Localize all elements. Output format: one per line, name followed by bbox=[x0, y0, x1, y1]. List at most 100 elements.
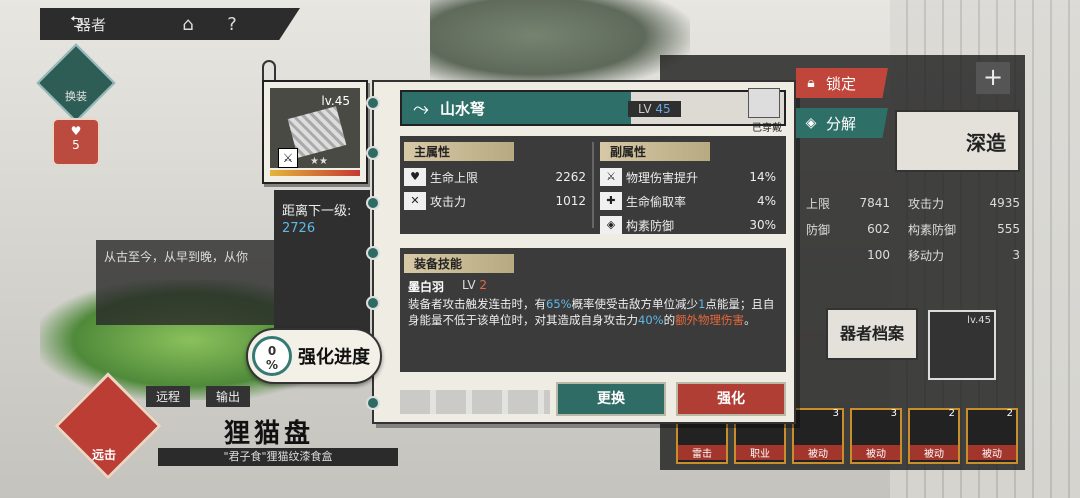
class-label: 远击 bbox=[92, 448, 117, 462]
slot-count: 3 bbox=[832, 408, 839, 419]
enhance-button[interactable]: 强化 bbox=[676, 382, 786, 416]
skill-slot[interactable]: 2 被动 bbox=[966, 408, 1018, 464]
next-level-label: 距离下一级: bbox=[282, 204, 352, 219]
skill-name: 墨白羽 bbox=[408, 280, 445, 294]
attr-row: ♥ 生命上限 2262 bbox=[404, 165, 586, 189]
equipped-weapon-thumb[interactable]: lv.45 bbox=[928, 310, 996, 380]
binder-ring bbox=[366, 146, 380, 160]
skill-level-value: 2 bbox=[479, 278, 488, 292]
slot-label: 雷击 bbox=[678, 445, 726, 460]
attr-value: 14% bbox=[749, 170, 776, 184]
role-tags: 远程 输出 bbox=[146, 386, 251, 407]
sub-attr-title: 副属性 bbox=[600, 142, 710, 161]
binder-ring bbox=[366, 246, 380, 260]
archive-button[interactable]: 器者档案 bbox=[826, 308, 918, 360]
character-subtitle: "君子食"狸猫纹漆食盒 bbox=[158, 448, 398, 466]
attr-name: 构素防御 bbox=[626, 218, 675, 233]
crossbow-icon: ⚔ bbox=[278, 148, 298, 168]
help-button[interactable]: ? bbox=[210, 14, 254, 35]
upgrade-percent-sign: % bbox=[265, 358, 279, 372]
attr-row: ⚔ 物理伤害提升 14% bbox=[600, 165, 776, 189]
sub-attributes: 副属性 ⚔ 物理伤害提升 14% ✚ 生命偷取率 4% ◈ 构素防御 30% bbox=[600, 142, 776, 237]
stat-value: 3 bbox=[1012, 248, 1020, 262]
decompose-label: 分解 bbox=[826, 114, 857, 133]
binder-ring bbox=[366, 96, 380, 110]
slot-count: 2 bbox=[1006, 408, 1013, 419]
lock-button[interactable]: 🔒︎ 锁定 bbox=[796, 68, 888, 98]
binder-ring bbox=[366, 396, 380, 410]
damage-up-icon: ⚔ bbox=[600, 168, 622, 186]
lifesteal-icon: ✚ bbox=[600, 192, 622, 210]
character-name: 狸猫盘 bbox=[224, 419, 315, 449]
swap-label: 换装 bbox=[65, 90, 87, 103]
stat-name: 攻击力 bbox=[908, 196, 945, 211]
attr-row: ✚ 生命偷取率 4% bbox=[600, 189, 776, 213]
upgrade-progress-button[interactable]: 0 % 强化进度 bbox=[246, 328, 382, 384]
wearer-avatar[interactable] bbox=[748, 88, 780, 118]
slot-label: 被动 bbox=[794, 445, 842, 460]
add-button[interactable]: + bbox=[976, 62, 1010, 94]
equipment-header: ⤳ 山水弩 LV 45 已穿戴 bbox=[400, 88, 786, 134]
slot-label: 职业 bbox=[736, 445, 784, 460]
divider bbox=[592, 142, 594, 228]
tag-ranged: 远程 bbox=[146, 386, 191, 407]
equipment-level: LV 45 bbox=[628, 101, 681, 117]
weapon-card[interactable]: lv.45 ⚔ ★★ bbox=[262, 80, 368, 184]
attributes-box: 主属性 ♥ 生命上限 2262 ✕ 攻击力 1012 副属性 ⚔ 物理伤害提升 … bbox=[400, 136, 786, 234]
attr-value: 1012 bbox=[555, 194, 586, 208]
skill-slot[interactable]: 3 被动 bbox=[792, 408, 844, 464]
slot-label: 被动 bbox=[852, 445, 900, 460]
crossbow-icon: ⤳ bbox=[413, 96, 429, 120]
stat-name: 上限 bbox=[806, 196, 831, 211]
slot-count: 3 bbox=[890, 408, 897, 419]
level-value: 45 bbox=[655, 102, 671, 116]
skill-box: 装备技能 墨白羽 LV 2 装备者攻击触发连击时，有65%概率使受击敌方单位减少… bbox=[400, 248, 786, 372]
swords-icon: ✕ bbox=[404, 192, 426, 210]
dialog-text: 从古至今，从早到晚，从你 bbox=[104, 250, 249, 264]
skill-desc-text: 概率使受击敌方单位减少 bbox=[571, 297, 699, 311]
stat-value: 7841 bbox=[859, 196, 890, 210]
binder-ring bbox=[366, 296, 380, 310]
thumb-level: lv.45 bbox=[967, 315, 991, 326]
equipped-status: 已穿戴 bbox=[752, 123, 782, 134]
diamond-icon: ◈ bbox=[805, 115, 817, 131]
heart-icon: ♥ bbox=[404, 168, 426, 186]
top-bar: ⮌ 器者 ⌂ ? bbox=[40, 8, 300, 40]
skill-desc-text: 的 bbox=[663, 313, 676, 327]
level-label: LV bbox=[638, 102, 652, 116]
slot-label: 被动 bbox=[968, 445, 1016, 460]
change-button[interactable]: 更换 bbox=[556, 382, 666, 416]
attr-name: 生命上限 bbox=[430, 170, 479, 185]
decompose-button[interactable]: ◈ 分解 bbox=[796, 108, 888, 138]
equipment-detail-panel: ⤳ 山水弩 LV 45 已穿戴 主属性 ♥ 生命上限 2262 ✕ 攻击力 10… bbox=[366, 80, 796, 424]
binder-ring bbox=[366, 196, 380, 210]
attr-name: 物理伤害提升 bbox=[626, 170, 699, 185]
attr-row: ✕ 攻击力 1012 bbox=[404, 189, 586, 213]
attr-name: 生命偷取率 bbox=[626, 194, 687, 209]
stat-name: 移动力 bbox=[908, 248, 945, 263]
stat-row: 上限 7841 攻击力 4935 bbox=[806, 190, 1020, 216]
lock-icon: 🔒︎ bbox=[807, 75, 815, 91]
attr-value: 30% bbox=[749, 218, 776, 232]
skill-slot[interactable]: 2 被动 bbox=[908, 408, 960, 464]
attr-name: 攻击力 bbox=[430, 194, 467, 209]
stat-name: 构素防御 bbox=[908, 222, 957, 237]
upgrade-label: 强化进度 bbox=[298, 347, 370, 368]
background-tree bbox=[430, 0, 690, 90]
decorative-stamps bbox=[400, 390, 550, 414]
deep-train-label: 深造 bbox=[966, 130, 1006, 155]
upgrade-percent: 0 % bbox=[252, 336, 292, 376]
stat-value: 4935 bbox=[989, 196, 1020, 210]
home-icon[interactable]: ⌂ bbox=[166, 14, 210, 35]
stat-value: 555 bbox=[997, 222, 1020, 236]
weapon-art: lv.45 ⚔ ★★ bbox=[270, 88, 360, 168]
stat-name: 防御 bbox=[806, 222, 831, 237]
rarity-bar bbox=[270, 170, 360, 176]
affection-badge[interactable]: ♥ 5 bbox=[52, 118, 100, 166]
slot-count: 2 bbox=[948, 408, 955, 419]
defense-icon: ◈ bbox=[600, 216, 622, 234]
skill-description: 装备者攻击触发连击时，有65%概率使受击敌方单位减少1点能量；且自身能量不低于该… bbox=[408, 296, 778, 328]
skill-slot[interactable]: 3 被动 bbox=[850, 408, 902, 464]
skill-highlight: 额外物理伤害 bbox=[675, 313, 745, 327]
deep-train-button[interactable]: 深造 bbox=[895, 110, 1020, 172]
